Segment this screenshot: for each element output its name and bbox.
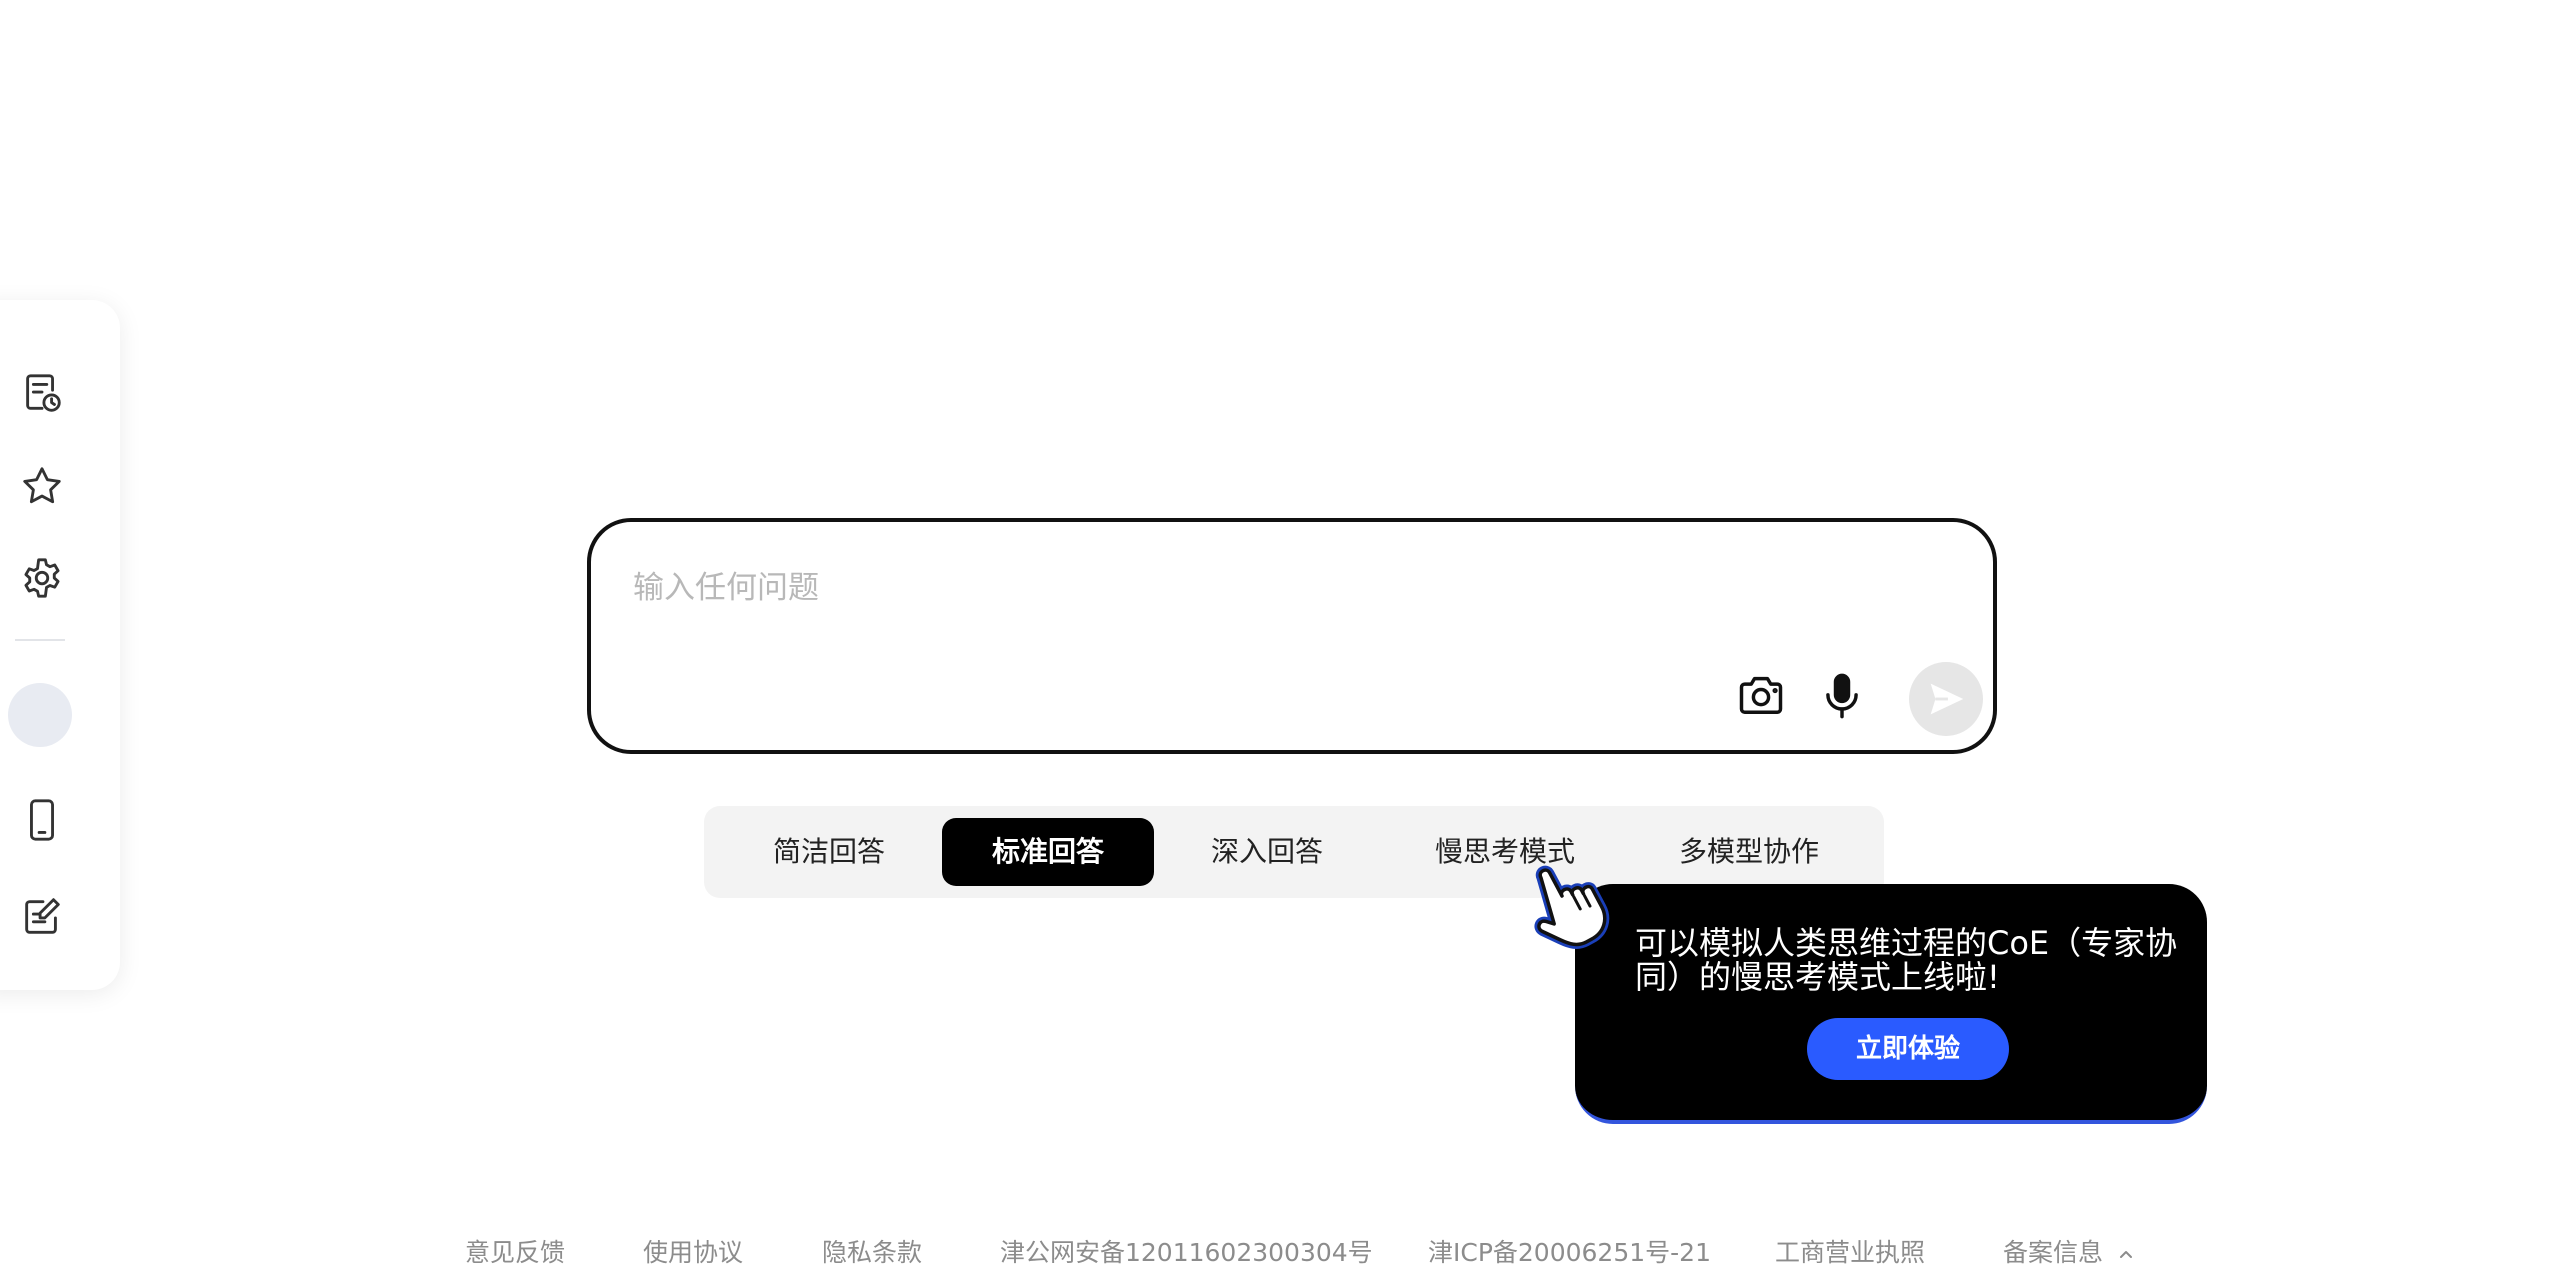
footer-business-license-link[interactable]: 工商营业执照 xyxy=(1775,1233,1925,1269)
history-document-icon xyxy=(26,374,61,412)
pointing-hand-icon xyxy=(1534,865,1610,949)
star-icon xyxy=(23,467,61,504)
tab-concise-answer[interactable]: 简洁回答 xyxy=(724,818,934,886)
footer: 意见反馈 使用协议 隐私条款 津公网安备12011602300304号 津ICP… xyxy=(0,1233,2560,1273)
microphone-icon xyxy=(1826,673,1858,719)
promo-message: 可以模拟人类思维过程的CoE（专家协同）的慢思考模式上线啦! xyxy=(1635,924,2178,996)
history-button[interactable] xyxy=(14,365,70,421)
chevron-up-icon xyxy=(2119,1251,2132,1258)
footer-public-security-record-link[interactable]: 津公网安备12011602300304号 xyxy=(1000,1233,1373,1269)
send-icon xyxy=(1930,683,1964,715)
footer-icp-record-link[interactable]: 津ICP备20006251号-21 xyxy=(1428,1233,1711,1269)
mobile-phone-icon xyxy=(30,799,54,841)
tab-deep-answer[interactable]: 深入回答 xyxy=(1162,818,1372,886)
slow-thinking-promo-popup: 可以模拟人类思维过程的CoE（专家协同）的慢思考模式上线啦! 立即体验 xyxy=(1575,884,2207,1124)
footer-terms-link[interactable]: 使用协议 xyxy=(643,1233,743,1269)
favorites-button[interactable] xyxy=(14,458,70,514)
left-sidebar xyxy=(0,300,120,990)
try-now-button[interactable]: 立即体验 xyxy=(1807,1018,2009,1080)
voice-input-button[interactable] xyxy=(1812,666,1872,726)
send-button[interactable] xyxy=(1909,662,1983,736)
camera-icon xyxy=(1739,676,1783,714)
tab-standard-answer[interactable]: 标准回答 xyxy=(942,818,1154,886)
footer-privacy-link[interactable]: 隐私条款 xyxy=(822,1233,922,1269)
mobile-app-button[interactable] xyxy=(14,792,70,848)
footer-filing-info-label: 备案信息 xyxy=(2003,1238,2104,1267)
settings-button[interactable] xyxy=(14,550,70,606)
camera-button[interactable] xyxy=(1731,666,1791,726)
footer-feedback-link[interactable]: 意见反馈 xyxy=(465,1233,565,1269)
sidebar-divider xyxy=(15,639,65,641)
gear-icon xyxy=(24,558,60,598)
footer-filing-info-toggle[interactable]: 备案信息 xyxy=(2003,1233,2135,1269)
avatar[interactable] xyxy=(8,683,72,747)
search-box xyxy=(587,518,1997,754)
tab-multi-model-collaboration[interactable]: 多模型协作 xyxy=(1634,818,1864,886)
notes-button[interactable] xyxy=(14,888,70,944)
search-input[interactable] xyxy=(631,562,1835,614)
edit-note-icon xyxy=(25,898,60,934)
